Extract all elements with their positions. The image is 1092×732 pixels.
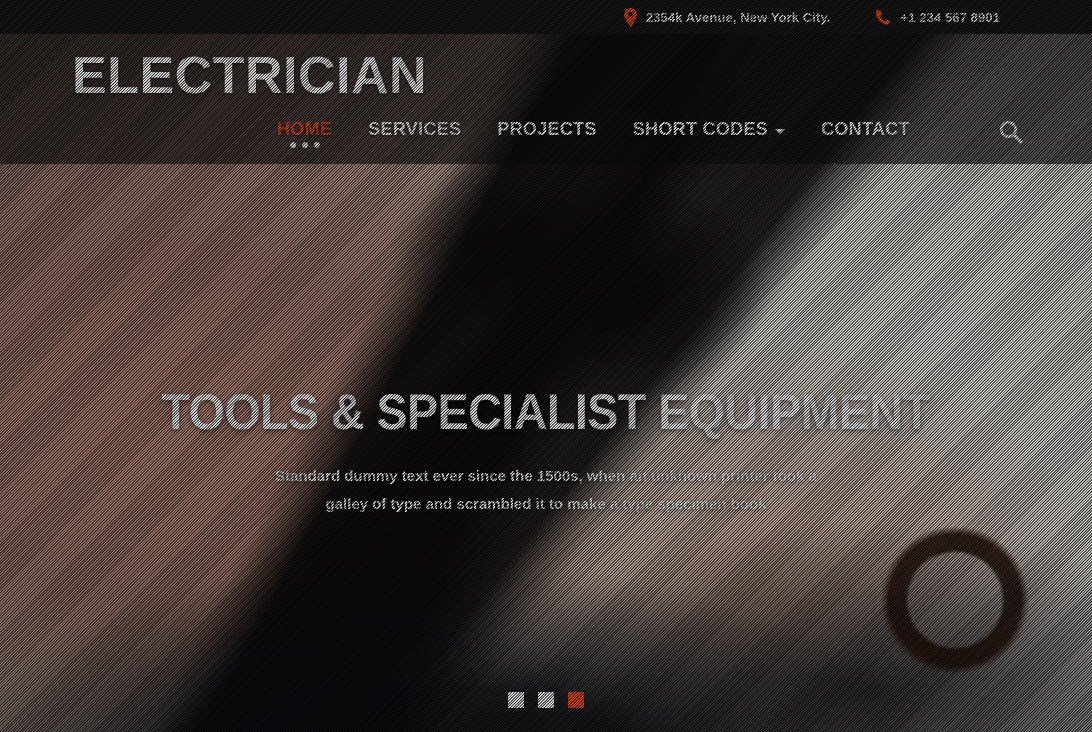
- address-group: 2354k Avenue, New York City.: [623, 7, 831, 27]
- nav-item-home[interactable]: HOME: [277, 119, 333, 148]
- address-text: 2354k Avenue, New York City.: [645, 9, 831, 25]
- page-root: 2354k Avenue, New York City. +1 234 567 …: [0, 0, 1092, 732]
- hero-title: TOOLS & SPECIALIST EQUIPMENT: [161, 384, 931, 440]
- map-pin-icon: [623, 7, 637, 27]
- chevron-down-icon: [775, 128, 786, 134]
- main-navigation: HOME SERVICES PROJECTS SHORT CODES CONTA…: [277, 119, 910, 148]
- search-icon[interactable]: [998, 119, 1024, 145]
- nav-item-services[interactable]: SERVICES: [368, 119, 461, 140]
- hero-content: TOOLS & SPECIALIST EQUIPMENT Standard du…: [0, 386, 1092, 519]
- active-dots-indicator: [289, 142, 320, 148]
- dot-2: [301, 142, 308, 148]
- nav-item-home-label: HOME: [277, 119, 333, 139]
- phone-group: +1 234 567 8901: [875, 9, 1000, 26]
- top-contact-bar: 2354k Avenue, New York City. +1 234 567 …: [0, 0, 1092, 34]
- nav-item-projects[interactable]: PROJECTS: [497, 119, 596, 140]
- nav-item-contact-label: CONTACT: [821, 119, 910, 139]
- dot-1: [289, 142, 296, 148]
- nav-item-short-codes-label: SHORT CODES: [632, 119, 769, 139]
- nav-item-services-label: SERVICES: [368, 119, 462, 139]
- nav-item-contact[interactable]: CONTACT: [821, 119, 910, 140]
- slider-dot-2[interactable]: [538, 692, 554, 708]
- nav-item-short-codes[interactable]: SHORT CODES: [632, 119, 786, 140]
- slider-dot-3[interactable]: [568, 692, 584, 708]
- hero-subtitle: Standard dummy text ever since the 1500s…: [275, 468, 817, 513]
- site-logo[interactable]: ELECTRICIAN: [72, 50, 427, 102]
- dot-3: [313, 142, 320, 148]
- nav-item-projects-label: PROJECTS: [497, 119, 597, 139]
- slider-pagination: [0, 692, 1092, 708]
- phone-text: +1 234 567 8901: [900, 9, 1000, 25]
- phone-icon: [875, 9, 892, 26]
- slider-dot-1[interactable]: [508, 692, 524, 708]
